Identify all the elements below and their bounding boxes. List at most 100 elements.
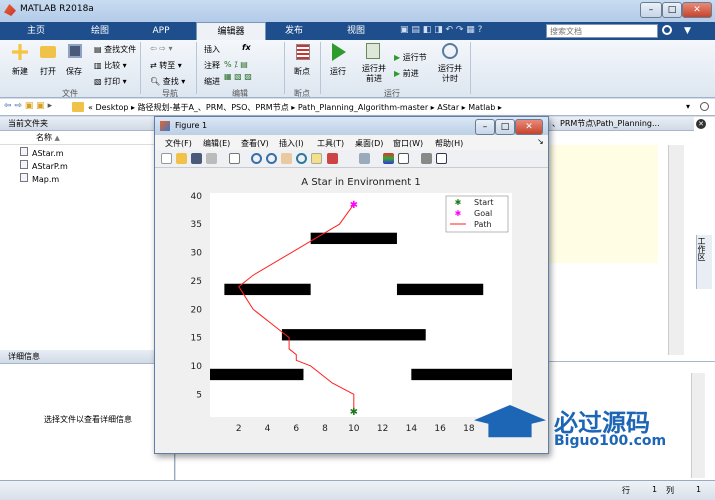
advance-label: 前进 bbox=[402, 69, 419, 78]
insert-button[interactable]: 插入 bbox=[204, 44, 220, 55]
status-bar: 行 1 列 1 bbox=[0, 480, 715, 500]
menu-edit[interactable]: 编辑(E) bbox=[203, 138, 230, 149]
minimize-button[interactable]: – bbox=[640, 2, 662, 18]
x-tick-label: 6 bbox=[293, 424, 299, 434]
goto-button[interactable]: ⇄ 转至 ▾ bbox=[150, 60, 182, 71]
hide-plot-tools-icon[interactable] bbox=[421, 153, 432, 164]
show-plot-tools-icon[interactable] bbox=[436, 153, 447, 164]
indent-button[interactable]: 缩进 bbox=[204, 76, 220, 87]
colorbar-icon[interactable] bbox=[383, 153, 394, 164]
breadcrumb-astar[interactable]: AStar bbox=[437, 103, 459, 112]
file-list: AStar.m AStarP.m Map.m bbox=[0, 145, 174, 186]
menu-desktop[interactable]: 桌面(D) bbox=[355, 138, 383, 149]
tab-publish[interactable]: 发布 bbox=[266, 22, 322, 40]
search-documentation-input[interactable] bbox=[546, 24, 658, 38]
pan-icon[interactable] bbox=[281, 153, 292, 164]
figure-close-button[interactable]: ✕ bbox=[515, 119, 543, 135]
close-button[interactable]: ✕ bbox=[682, 2, 712, 18]
list-item[interactable]: AStar.m bbox=[20, 147, 174, 160]
address-search-icon[interactable] bbox=[700, 102, 709, 111]
open-file-icon[interactable] bbox=[176, 153, 187, 164]
save-button[interactable]: 保存 bbox=[66, 66, 82, 77]
tab-view[interactable]: 视图 bbox=[326, 22, 386, 40]
new-button[interactable]: 新建 bbox=[12, 66, 28, 77]
fx-button[interactable]: fx bbox=[242, 43, 251, 52]
search-icon[interactable] bbox=[662, 25, 672, 35]
window-title: MATLAB R2018a bbox=[20, 4, 94, 14]
tab-apps[interactable]: APP bbox=[128, 22, 194, 40]
menu-help[interactable]: 帮助(H) bbox=[435, 138, 463, 149]
workspace-label[interactable]: 工作区 bbox=[696, 237, 707, 261]
menu-view[interactable]: 查看(V) bbox=[241, 138, 269, 149]
figure-maximize-button[interactable]: □ bbox=[495, 119, 515, 135]
obstacle-bar bbox=[281, 329, 426, 341]
breadcrumb-desktop[interactable]: Desktop bbox=[95, 103, 128, 112]
zoom-out-icon[interactable] bbox=[266, 153, 277, 164]
menu-dock-icon[interactable]: ↘ bbox=[537, 137, 544, 146]
file-name: AStarP.m bbox=[32, 162, 68, 171]
figure-title-bar[interactable]: Figure 1 – □ ✕ bbox=[155, 117, 548, 135]
run-section-button[interactable]: ▶ 运行节 bbox=[394, 52, 427, 63]
tab-home[interactable]: 主页 bbox=[0, 22, 72, 40]
filter-icon[interactable]: ▼ bbox=[684, 26, 691, 36]
print-button[interactable]: ▧ 打印 ▾ bbox=[94, 76, 127, 87]
name-column[interactable]: 名称 bbox=[36, 133, 52, 142]
editor-scrollbar[interactable] bbox=[668, 145, 684, 355]
find-files-button[interactable]: ▤ 查找文件 bbox=[94, 44, 136, 55]
pointer-icon[interactable] bbox=[229, 153, 240, 164]
file-list-header[interactable]: 名称 ▲ bbox=[0, 131, 174, 145]
open-folder-icon bbox=[40, 46, 56, 58]
tab-editor[interactable]: 编辑器 bbox=[196, 22, 266, 40]
x-tick-label: 2 bbox=[236, 424, 242, 434]
comment-button[interactable]: 注释 bbox=[204, 60, 220, 71]
breakpoints-button[interactable]: 断点 bbox=[294, 66, 310, 77]
editor-code-background[interactable] bbox=[548, 145, 658, 263]
find-label: 查找 bbox=[162, 77, 179, 86]
run-time-button[interactable]: 运行并 计时 bbox=[438, 64, 462, 84]
folder-icon bbox=[72, 102, 84, 112]
editor-tab[interactable]: 、PRM节点\Path_Planning... bbox=[548, 117, 694, 131]
brush-icon[interactable] bbox=[327, 153, 338, 164]
m-file-icon bbox=[20, 147, 28, 156]
sort-arrow-icon: ▲ bbox=[54, 134, 60, 142]
run-button[interactable]: 运行 bbox=[330, 66, 346, 77]
list-item[interactable]: Map.m bbox=[20, 173, 174, 186]
open-button[interactable]: 打开 bbox=[40, 66, 56, 77]
nav-arrows[interactable]: ⇦ ⇨ ▾ bbox=[150, 44, 173, 53]
nav-buttons[interactable]: ⇦ ⇨ ▣ ▣ ▸ bbox=[4, 101, 52, 111]
nav-group-label: 导航 bbox=[162, 89, 178, 98]
maximize-button[interactable]: □ bbox=[662, 2, 682, 18]
menu-insert[interactable]: 插入(I) bbox=[279, 138, 304, 149]
menu-file[interactable]: 文件(F) bbox=[165, 138, 192, 149]
address-dropdown-icon[interactable]: ▾ bbox=[686, 102, 690, 111]
path-breadcrumb[interactable]: « Desktop ▸ 路径规划-基于A_、PRM、PSO、PRM节点 ▸ Pa… bbox=[88, 102, 502, 113]
data-cursor-icon[interactable] bbox=[311, 153, 322, 164]
breadcrumb-repo[interactable]: Path_Planning_Algorithm-master bbox=[298, 103, 428, 112]
command-scrollbar[interactable] bbox=[691, 373, 705, 478]
editor-tab-close-icon[interactable]: ✕ bbox=[696, 119, 706, 129]
obstacle-bar bbox=[411, 368, 512, 381]
list-item[interactable]: AStarP.m bbox=[20, 160, 174, 173]
run-advance-button[interactable]: 运行并 前进 bbox=[362, 64, 386, 84]
rotate-icon[interactable] bbox=[296, 153, 307, 164]
breadcrumb-more[interactable]: « bbox=[88, 103, 93, 112]
find-files-label: 查找文件 bbox=[104, 45, 137, 54]
print-figure-icon[interactable] bbox=[206, 153, 217, 164]
compare-button[interactable]: ▥ 比较 ▾ bbox=[94, 60, 127, 71]
tab-plots[interactable]: 绘图 bbox=[72, 22, 128, 40]
figure-minimize-button[interactable]: – bbox=[475, 119, 495, 135]
legend-icon[interactable] bbox=[398, 153, 409, 164]
menu-window[interactable]: 窗口(W) bbox=[393, 138, 423, 149]
find-button[interactable]: 🔍︎ 查找 ▾ bbox=[150, 76, 185, 87]
link-icon[interactable] bbox=[359, 153, 370, 164]
save-figure-icon[interactable] bbox=[191, 153, 202, 164]
menu-tools[interactable]: 工具(T) bbox=[317, 138, 344, 149]
edit-icons[interactable]: % ⁒ ▤ ▦ ▧ ▨ bbox=[224, 60, 252, 85]
breadcrumb-project[interactable]: 路径规划-基于A_、PRM、PSO、PRM节点 bbox=[138, 103, 289, 112]
advance-button[interactable]: ▶ 前进 bbox=[394, 68, 419, 79]
breadcrumb-matlab[interactable]: Matlab bbox=[468, 103, 495, 112]
zoom-in-icon[interactable] bbox=[251, 153, 262, 164]
quick-access-toolbar[interactable]: ▣ ▤ ◧ ◨ ↶ ↷ ▦ ? bbox=[400, 25, 540, 37]
details-header: 详细信息 bbox=[0, 350, 174, 364]
new-figure-icon[interactable] bbox=[161, 153, 172, 164]
